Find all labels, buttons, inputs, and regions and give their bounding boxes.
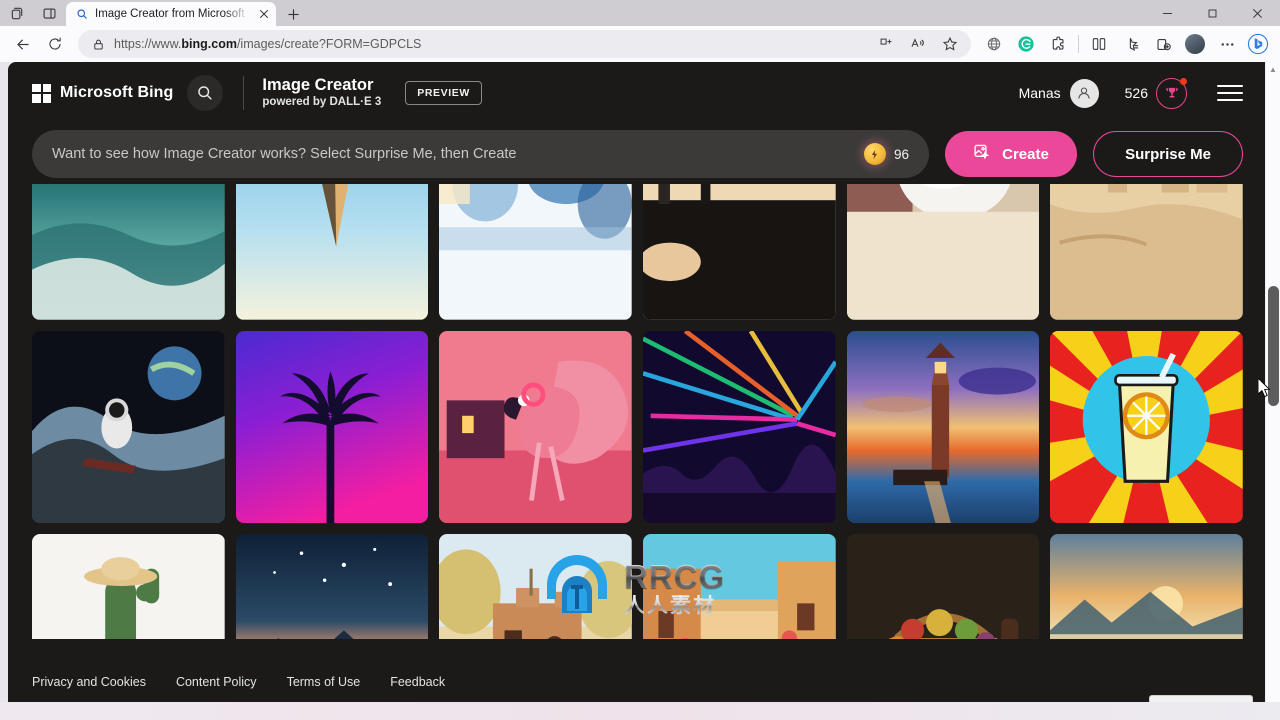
- gallery-item-mountain-night-tent[interactable]: [235, 534, 429, 639]
- rewards-trophy-icon: [1156, 77, 1187, 109]
- split-screen-icon[interactable]: [871, 30, 901, 58]
- globe-icon[interactable]: [979, 30, 1009, 58]
- brand-label: Microsoft Bing: [60, 84, 174, 101]
- footer-link-content-policy[interactable]: Content Policy: [176, 675, 257, 689]
- browser-essentials-icon[interactable]: [1148, 30, 1178, 58]
- gallery-item-ocean-waves-boat[interactable]: [32, 184, 225, 320]
- gallery-item-white-sphere-closeup[interactable]: [846, 184, 1040, 320]
- gallery-item-ice-cream-cone[interactable]: [235, 184, 429, 320]
- url-scheme: https://www.: [114, 37, 182, 51]
- image-gallery: RRCG 人人素材: [8, 184, 1267, 639]
- refresh-icon[interactable]: [40, 30, 70, 58]
- header-right: Manas 526: [1018, 77, 1243, 109]
- page-content: Microsoft Bing Image Creator powered by …: [8, 62, 1267, 702]
- image-grid: [32, 184, 1243, 639]
- create-button-label: Create: [1002, 145, 1049, 163]
- search-icon[interactable]: [187, 75, 224, 111]
- image-create-icon: [973, 143, 992, 166]
- page-scrollbar[interactable]: ▲ ▼: [1265, 62, 1280, 720]
- maximize-button[interactable]: [1190, 0, 1235, 26]
- url-text: https://www.bing.com/images/create?FORM=…: [114, 37, 863, 51]
- rewards-notification-dot: [1180, 77, 1187, 85]
- window-controls: [1145, 0, 1280, 26]
- bing-chat-icon[interactable]: [1244, 30, 1272, 58]
- profile-avatar-icon[interactable]: [1180, 30, 1210, 58]
- app-subtitle: powered by DALL·E 3: [262, 96, 382, 108]
- app-title: Image Creator: [262, 76, 374, 94]
- url-host: bing.com: [181, 37, 237, 51]
- tab-title: Image Creator from Microsoft Bi: [95, 8, 249, 20]
- microsoft-bing-logo[interactable]: Microsoft Bing: [32, 83, 174, 103]
- gallery-item-flamingo-headphones[interactable]: [439, 330, 632, 524]
- more-options-icon[interactable]: [1212, 30, 1242, 58]
- gallery-item-mediterranean-street[interactable]: [643, 534, 836, 639]
- grammarly-icon[interactable]: [1011, 30, 1041, 58]
- tab-strip: Image Creator from Microsoft Bi: [0, 0, 1280, 26]
- back-icon[interactable]: [8, 30, 38, 58]
- boost-count: 96: [893, 146, 909, 162]
- browser-window: Image Creator from Microsoft Bi https://…: [0, 0, 1280, 720]
- toolbar-divider: [1078, 35, 1079, 53]
- browser-tab[interactable]: Image Creator from Microsoft Bi: [66, 2, 276, 26]
- account-name: Manas: [1018, 85, 1061, 101]
- minimize-button[interactable]: [1145, 0, 1190, 26]
- gallery-item-adobe-desert-house[interactable]: [439, 534, 632, 639]
- split-view-icon[interactable]: [1084, 30, 1114, 58]
- collections-icon[interactable]: [1116, 30, 1146, 58]
- footer-link-privacy[interactable]: Privacy and Cookies: [32, 675, 146, 689]
- header-divider: [243, 76, 245, 110]
- extensions-icon[interactable]: [1043, 30, 1073, 58]
- scroll-up-icon[interactable]: ▲: [1266, 62, 1280, 77]
- gallery-item-silhouette-legs-beach[interactable]: [643, 184, 836, 320]
- read-aloud-icon[interactable]: [903, 30, 933, 58]
- prompt-input-container[interactable]: 96: [32, 130, 929, 178]
- gallery-item-sandcastle-desert[interactable]: [1050, 184, 1243, 320]
- browser-toolbar: https://www.bing.com/images/create?FORM=…: [0, 26, 1280, 62]
- gallery-item-astronaut-surfing[interactable]: [32, 330, 225, 524]
- scrollbar-thumb[interactable]: [1268, 286, 1279, 406]
- boost-counter[interactable]: 96: [858, 143, 923, 165]
- prompt-input[interactable]: [52, 146, 858, 162]
- close-window-button[interactable]: [1235, 0, 1280, 26]
- gallery-item-picnic-basket[interactable]: [846, 534, 1040, 639]
- hamburger-menu-icon[interactable]: [1217, 80, 1243, 106]
- surprise-me-button[interactable]: Surprise Me: [1093, 131, 1243, 177]
- create-button[interactable]: Create: [945, 131, 1077, 177]
- avatar: [1069, 78, 1099, 108]
- gallery-item-palm-tree-synthwave[interactable]: [235, 330, 429, 524]
- favorite-star-icon[interactable]: [935, 30, 965, 58]
- lock-icon: [90, 36, 106, 52]
- footer-link-terms[interactable]: Terms of Use: [287, 675, 361, 689]
- tab-strip-system-icons: [0, 0, 66, 26]
- prompt-bar: 96 Create Surprise Me: [8, 124, 1267, 184]
- vertical-tabs-icon[interactable]: [36, 2, 62, 24]
- gallery-item-concert-lasers[interactable]: [643, 330, 836, 524]
- tab-actions-icon[interactable]: [4, 2, 30, 24]
- footer: Privacy and Cookies Content Policy Terms…: [8, 662, 1267, 702]
- page-title: Image Creator powered by DALL·E 3: [262, 76, 381, 110]
- gallery-item-lighthouse-sunset[interactable]: [846, 330, 1040, 524]
- avatar: [1185, 34, 1205, 54]
- gallery-item-lemonade-popart[interactable]: [1050, 330, 1243, 524]
- microsoft-grid-icon: [32, 83, 51, 103]
- account-section[interactable]: Manas: [1018, 78, 1099, 108]
- rewards-count: 526: [1124, 85, 1148, 101]
- boost-coin-icon: [863, 143, 886, 165]
- address-bar[interactable]: https://www.bing.com/images/create?FORM=…: [78, 30, 971, 58]
- desktop-background-strip: [0, 702, 1280, 720]
- url-path: /images/create?FORM=GDPCLS: [236, 37, 422, 51]
- footer-link-feedback[interactable]: Feedback: [390, 675, 445, 689]
- new-tab-button[interactable]: [280, 2, 306, 26]
- rewards-section[interactable]: 526: [1124, 77, 1187, 109]
- address-bar-actions: [871, 30, 965, 58]
- close-icon[interactable]: [255, 6, 272, 23]
- gallery-item-sunset-lake-mountains[interactable]: [1050, 534, 1243, 639]
- app-header: Microsoft Bing Image Creator powered by …: [8, 62, 1267, 124]
- gallery-item-cactus-guitar-hat[interactable]: [32, 534, 225, 639]
- gallery-item-abstract-watercolor-blue[interactable]: [439, 184, 632, 320]
- search-icon: [75, 7, 89, 21]
- preview-badge: PREVIEW: [405, 80, 482, 106]
